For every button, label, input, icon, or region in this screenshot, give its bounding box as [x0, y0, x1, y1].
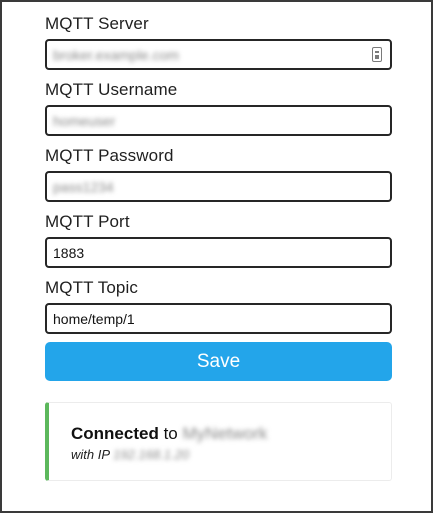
- mqtt-settings-form: MQTT Server MQTT Username MQTT Password …: [45, 14, 392, 344]
- ip-address: 192.168.1.20: [113, 447, 190, 462]
- ip-prefix: with IP: [71, 447, 110, 462]
- mqtt-username-input[interactable]: [47, 107, 390, 134]
- mqtt-port-input[interactable]: [47, 239, 390, 266]
- to-word: to: [163, 424, 178, 443]
- mqtt-password-input[interactable]: [47, 173, 390, 200]
- mqtt-server-field-wrapper: [45, 39, 392, 70]
- mqtt-topic-field-wrapper: [45, 303, 392, 334]
- save-button[interactable]: Save: [45, 342, 392, 381]
- mqtt-username-label: MQTT Username: [45, 80, 178, 99]
- mqtt-topic-label: MQTT Topic: [45, 278, 138, 297]
- connection-status-card: Connected to MyNetwork with IP 192.168.1…: [45, 402, 392, 481]
- mqtt-password-field-wrapper: [45, 171, 392, 202]
- password-manager-icon[interactable]: [372, 47, 382, 62]
- connection-status-line: Connected to MyNetwork: [71, 424, 268, 444]
- mqtt-port-field-wrapper: [45, 237, 392, 268]
- mqtt-server-input[interactable]: [47, 41, 390, 68]
- mqtt-server-label: MQTT Server: [45, 14, 149, 33]
- mqtt-username-field-wrapper: [45, 105, 392, 136]
- mqtt-password-label: MQTT Password: [45, 146, 174, 165]
- connected-word: Connected: [71, 424, 159, 443]
- ip-status-line: with IP 192.168.1.20: [71, 447, 189, 463]
- network-name: MyNetwork: [182, 424, 268, 443]
- mqtt-port-label: MQTT Port: [45, 212, 130, 231]
- mqtt-topic-input[interactable]: [47, 305, 390, 332]
